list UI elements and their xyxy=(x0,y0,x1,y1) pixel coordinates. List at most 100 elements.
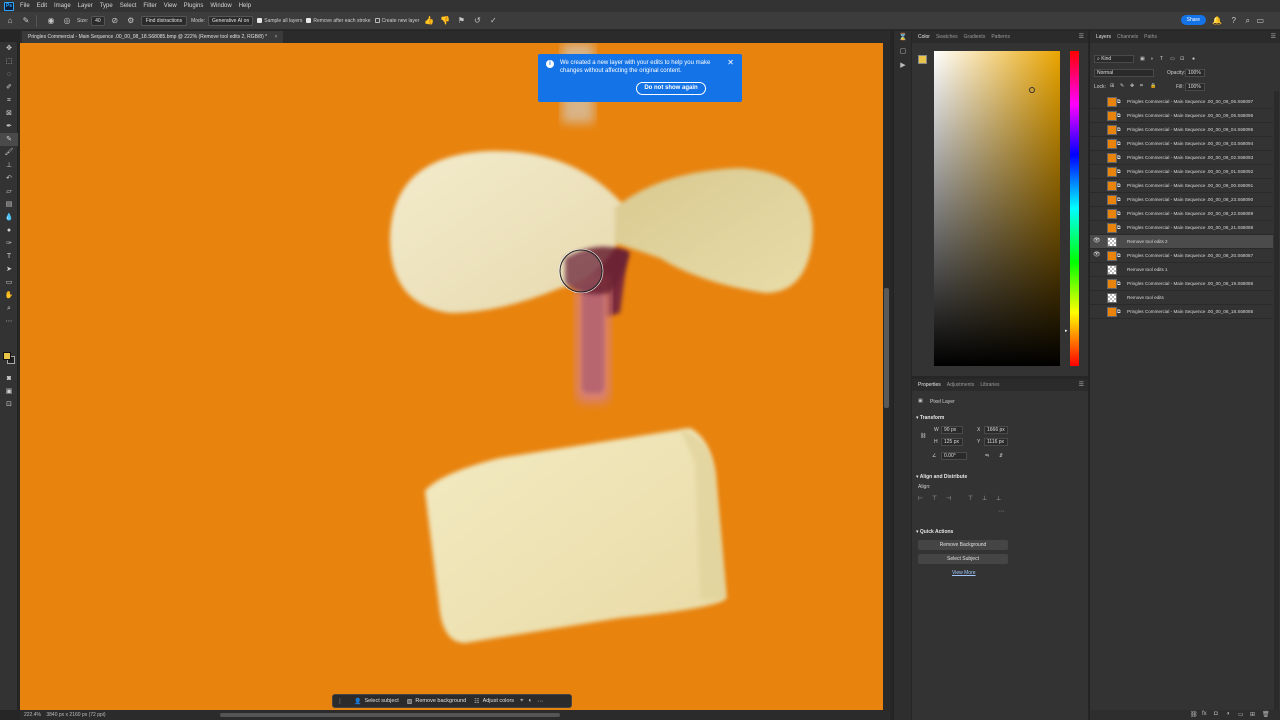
menu-help[interactable]: Help xyxy=(239,3,251,9)
layer-row[interactable]: ⧉ Pringles Commercial - Main Sequence .00… xyxy=(1090,193,1273,207)
menu-filter[interactable]: Filter xyxy=(143,3,156,9)
new-layer-icon[interactable]: ⊞ xyxy=(1250,711,1255,718)
filter-pixel-icon[interactable]: ▣ xyxy=(1140,56,1145,62)
align-right-icon[interactable]: ⊣ xyxy=(946,495,951,502)
document-tab[interactable]: Pringles Commercial - Main Sequence .00_… xyxy=(22,31,284,43)
remove-tool-icon[interactable]: ✎ xyxy=(0,133,18,146)
x-position-field[interactable]: 1666 px xyxy=(984,426,1008,434)
vertical-scrollbar[interactable] xyxy=(883,43,890,710)
close-tab-icon[interactable]: × xyxy=(274,34,277,40)
menu-view[interactable]: View xyxy=(164,3,177,9)
tab-patterns[interactable]: Patterns xyxy=(991,34,1010,40)
remove-after-stroke-checkbox[interactable]: Remove after each stroke xyxy=(306,17,371,24)
drag-handle-icon[interactable]: ⋮ xyxy=(337,698,343,705)
crop-tool-icon[interactable]: ⌗ xyxy=(0,94,18,107)
object-select-icon[interactable]: ⊡ xyxy=(0,398,18,411)
eye-hidden-icon[interactable] xyxy=(1093,294,1100,301)
menu-select[interactable]: Select xyxy=(120,3,137,9)
remove-background-button[interactable]: ▨ Remove background xyxy=(407,698,466,705)
home-icon[interactable]: ⌂ xyxy=(4,15,16,27)
layer-row[interactable]: ⧉ Pringles Commercial - Main Sequence .00… xyxy=(1090,277,1273,291)
move-tool-icon[interactable]: ✥ xyxy=(0,42,18,55)
lock-transparent-icon[interactable]: ⊞ xyxy=(1110,83,1114,89)
opacity-field[interactable]: 100% xyxy=(1185,69,1205,77)
actions-icon[interactable]: ▶ xyxy=(894,59,912,73)
fill-field[interactable]: 100% xyxy=(1185,83,1205,91)
menu-image[interactable]: Image xyxy=(54,3,71,9)
eye-icon[interactable]: 👁 xyxy=(1093,238,1101,245)
tab-gradients[interactable]: Gradients xyxy=(964,34,986,40)
link-icon[interactable]: ⛓ xyxy=(920,433,926,439)
settings-gear-icon[interactable]: ⚙ xyxy=(125,15,137,27)
history-brush-tool-icon[interactable]: ↶ xyxy=(0,172,18,185)
color-picker-ring[interactable] xyxy=(1029,87,1035,93)
eye-hidden-icon[interactable] xyxy=(1093,196,1100,203)
remove-tool-icon[interactable]: ✎ xyxy=(20,15,32,27)
search-icon[interactable]: ⌕ xyxy=(1246,15,1250,27)
y-position-field[interactable]: 1116 px xyxy=(984,438,1008,446)
select-subject-quick-button[interactable]: Select Subject xyxy=(918,554,1008,564)
align-top-icon[interactable]: ⊤ xyxy=(968,495,973,502)
tab-libraries[interactable]: Libraries xyxy=(980,382,999,388)
tab-adjustments[interactable]: Adjustments xyxy=(947,382,975,388)
comments-icon[interactable]: ▢ xyxy=(894,45,912,59)
document-canvas[interactable]: i We created a new layer with your edits… xyxy=(20,43,883,710)
sample-all-layers-checkbox[interactable]: Sample all layers xyxy=(257,17,302,24)
select-subject-button[interactable]: 👤 Select subject xyxy=(354,698,399,705)
align-section-title[interactable]: ▾ Align and Distribute xyxy=(916,474,967,480)
mode-dropdown[interactable]: Generative AI on xyxy=(208,15,254,26)
align-left-icon[interactable]: ⊢ xyxy=(918,495,923,502)
eye-icon[interactable]: 👁 xyxy=(1093,252,1101,259)
gradient-tool-icon[interactable]: ▤ xyxy=(0,198,18,211)
eye-hidden-icon[interactable] xyxy=(1093,308,1100,315)
transform-icon[interactable]: ⌖ xyxy=(520,698,523,705)
align-center-h-icon[interactable]: ⊤ xyxy=(932,495,937,502)
remove-background-quick-button[interactable]: Remove Background xyxy=(918,540,1008,550)
angle-field[interactable]: 0.00° xyxy=(941,452,967,460)
eye-hidden-icon[interactable] xyxy=(1093,280,1100,287)
height-field[interactable]: 125 px xyxy=(941,438,963,446)
eye-hidden-icon[interactable] xyxy=(1093,154,1100,161)
frame-tool-icon[interactable]: ⊠ xyxy=(0,107,18,120)
eye-hidden-icon[interactable] xyxy=(1093,140,1100,147)
mask-icon[interactable]: ◐ xyxy=(528,698,532,704)
eye-hidden-icon[interactable] xyxy=(1093,112,1100,119)
panel-menu-icon[interactable]: ☰ xyxy=(1079,33,1084,40)
layer-row[interactable]: ⧉ Pringles Commercial - Main Sequence .00… xyxy=(1090,151,1273,165)
filter-shape-icon[interactable]: ▭ xyxy=(1170,56,1175,62)
menu-window[interactable]: Window xyxy=(210,3,231,9)
layer-row[interactable]: ⧉ Pringles Commercial - Main Sequence .00… xyxy=(1090,165,1273,179)
size-input[interactable]: 40 xyxy=(91,15,105,26)
layer-row[interactable]: ⧉ Pringles Commercial - Main Sequence .00… xyxy=(1090,123,1273,137)
blur-tool-icon[interactable]: 💧 xyxy=(0,211,18,224)
dodge-tool-icon[interactable]: ● xyxy=(0,224,18,237)
eye-hidden-icon[interactable] xyxy=(1093,266,1100,273)
lasso-tool-icon[interactable]: ◌ xyxy=(0,68,18,81)
hue-marker-icon[interactable]: ▸ xyxy=(1065,328,1068,334)
eye-hidden-icon[interactable] xyxy=(1093,168,1100,175)
undo-icon[interactable]: ↺ xyxy=(471,15,483,27)
flip-horizontal-icon[interactable]: ⇋ xyxy=(985,453,989,459)
zoom-tool-icon[interactable]: ⌕ xyxy=(0,302,18,315)
filter-adjustment-icon[interactable]: ◑ xyxy=(1150,56,1153,62)
view-more-link[interactable]: View More xyxy=(952,570,976,576)
workspace-icon[interactable]: ▭ xyxy=(1256,15,1264,27)
type-tool-icon[interactable]: T xyxy=(0,250,18,263)
thumbs-down-icon[interactable]: 👎 xyxy=(439,15,451,27)
filter-smart-icon[interactable]: ⊡ xyxy=(1180,56,1184,62)
flip-vertical-icon[interactable]: ⇵ xyxy=(999,453,1003,459)
do-not-show-again-button[interactable]: Do not show again xyxy=(636,82,706,95)
new-group-icon[interactable]: ▭ xyxy=(1238,711,1244,718)
layer-row[interactable]: ⧉ Pringles Commercial - Main Sequence .00… xyxy=(1090,305,1273,319)
path-select-tool-icon[interactable]: ➤ xyxy=(0,263,18,276)
panel-menu-icon[interactable]: ☰ xyxy=(1271,33,1276,40)
screen-mode-icon[interactable]: ▣ xyxy=(0,385,18,398)
shape-tool-icon[interactable]: ▭ xyxy=(0,276,18,289)
blend-mode-dropdown[interactable]: Normal xyxy=(1094,69,1154,77)
transform-section-title[interactable]: ▾ Transform xyxy=(916,415,944,421)
menu-edit[interactable]: Edit xyxy=(37,3,47,9)
lock-artboard-icon[interactable]: ⌗ xyxy=(1140,83,1143,89)
lock-pixels-icon[interactable]: ✎ xyxy=(1120,83,1124,89)
layer-row[interactable]: ⧉ Pringles Commercial - Main Sequence .00… xyxy=(1090,95,1273,109)
menu-file[interactable]: File xyxy=(20,3,30,9)
